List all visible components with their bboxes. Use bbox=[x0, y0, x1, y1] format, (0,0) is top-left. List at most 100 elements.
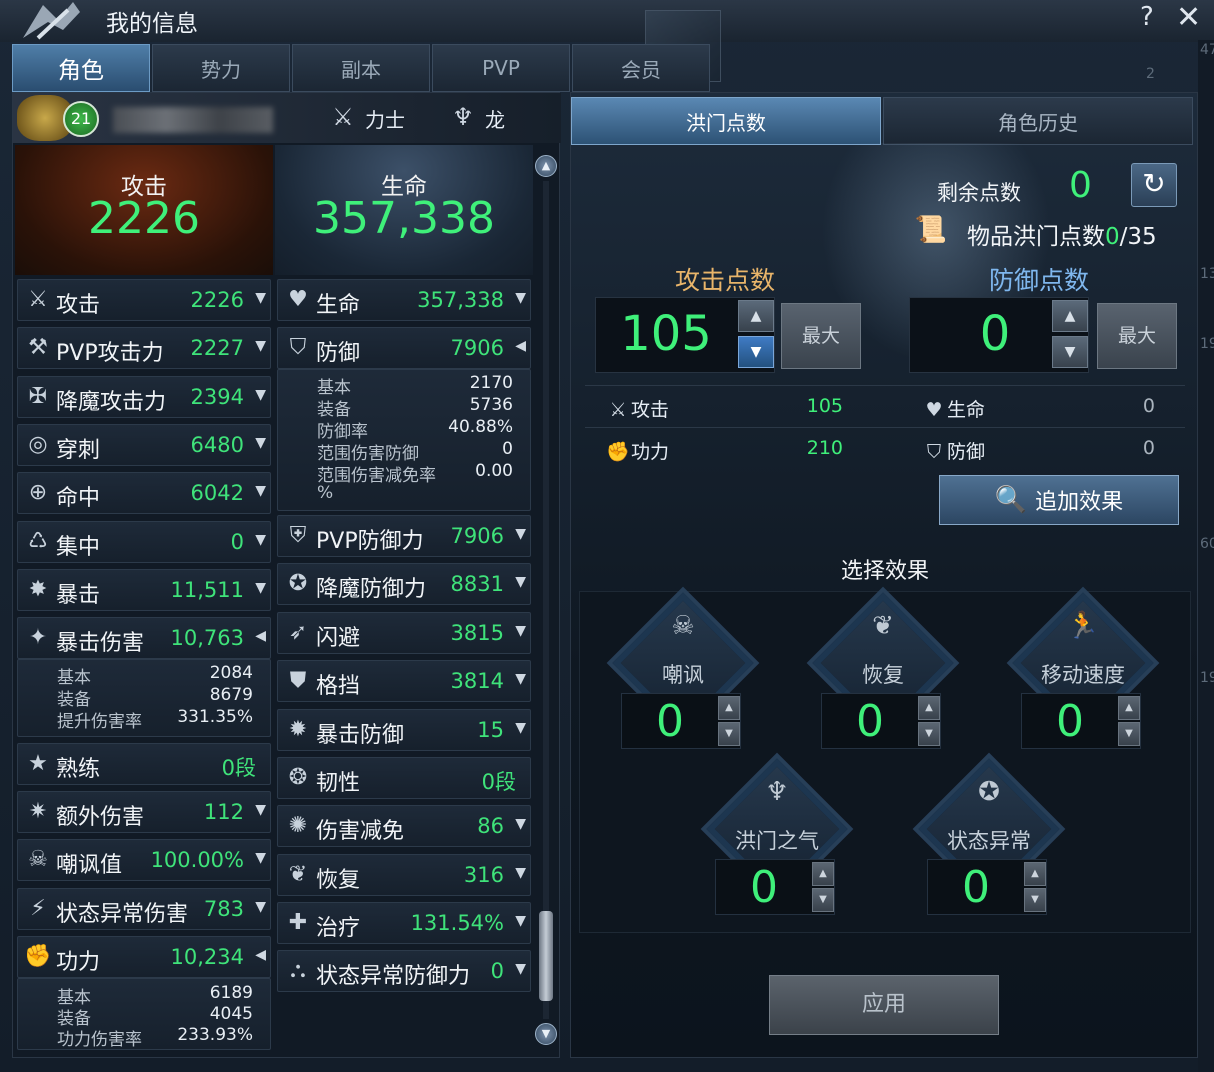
remaining-points-label: 剩余点数 bbox=[937, 181, 1021, 205]
add-effect-button[interactable]: 🔍 追加效果 bbox=[939, 475, 1179, 525]
stat-value: 6480 bbox=[190, 433, 244, 457]
effect-down-button[interactable]: ▼ bbox=[812, 888, 834, 912]
pvp-defense-stat-row[interactable]: ⛨ PVP防御力 7906 ▼ bbox=[277, 515, 531, 557]
extra-damage-stat-row[interactable]: ✷ 额外伤害 112 ▼ bbox=[17, 791, 271, 833]
shield-stat-row[interactable]: ⛉ 防御 7906 ◀ bbox=[277, 327, 531, 369]
pierce-stat-row[interactable]: ◎ 穿刺 6480 ▼ bbox=[17, 424, 271, 466]
crossed-swords-stat-row[interactable]: ⚔ 攻击 2226 ▼ bbox=[17, 279, 271, 321]
critical-damage-icon: ✦ bbox=[28, 625, 48, 650]
close-button[interactable]: ✕ bbox=[1176, 0, 1201, 35]
effect-down-button[interactable]: ▼ bbox=[1118, 722, 1140, 746]
expand-arrow-icon[interactable]: ▼ bbox=[515, 623, 526, 639]
tab-faction[interactable]: 势力 bbox=[152, 44, 290, 92]
detail-value: 5736 bbox=[469, 395, 513, 415]
attack-points-down-button[interactable]: ▼ bbox=[738, 336, 774, 368]
expand-arrow-icon[interactable]: ▼ bbox=[515, 816, 526, 832]
collapse-arrow-icon[interactable]: ◀ bbox=[255, 628, 266, 644]
power-fist-stat-row[interactable]: ✊ 功力 10,234 ◀ bbox=[17, 936, 271, 978]
apply-button[interactable]: 应用 bbox=[769, 975, 999, 1035]
block-icon: ⛊ bbox=[289, 668, 307, 693]
gain-attack-value: 105 bbox=[806, 395, 843, 417]
tab-hongmen-points[interactable]: 洪门点数 bbox=[571, 97, 881, 145]
stat-value: 0段 bbox=[221, 756, 256, 780]
search-icon: 🔍 bbox=[994, 485, 1028, 515]
tab-membership[interactable]: 会员 bbox=[572, 44, 710, 92]
mastery-stat-row[interactable]: ★ 熟练 0段 bbox=[17, 743, 271, 785]
expand-arrow-icon[interactable]: ▼ bbox=[255, 387, 266, 403]
expand-arrow-icon[interactable]: ▼ bbox=[255, 899, 266, 915]
tab-pvp[interactable]: PVP bbox=[432, 44, 570, 92]
expand-arrow-icon[interactable]: ▼ bbox=[255, 580, 266, 596]
expand-arrow-icon[interactable]: ▼ bbox=[255, 338, 266, 354]
gain-attack-label: 攻击 bbox=[631, 399, 670, 421]
sprout-stat-row[interactable]: ❦ 恢复 316 ▼ bbox=[277, 854, 531, 896]
stats-scrollbar[interactable]: ▲ ▼ bbox=[535, 155, 557, 1045]
stat-label: 生命 bbox=[316, 293, 361, 318]
effect-down-button[interactable]: ▼ bbox=[918, 722, 940, 746]
block-stat-row[interactable]: ⛊ 格挡 3814 ▼ bbox=[277, 660, 531, 702]
expand-arrow-icon[interactable]: ▼ bbox=[515, 720, 526, 736]
effect-up-button[interactable]: ▲ bbox=[812, 862, 834, 886]
effect-label: 嘲讽 bbox=[662, 663, 704, 687]
pvp-attack-stat-row[interactable]: ⚒ PVP攻击力 2227 ▼ bbox=[17, 327, 271, 369]
effect-down-button[interactable]: ▼ bbox=[1024, 888, 1046, 912]
crosshair-stat-row[interactable]: ⊕ 命中 6042 ▼ bbox=[17, 472, 271, 514]
collapse-arrow-icon[interactable]: ◀ bbox=[255, 947, 266, 963]
gain-power: ✊功力 bbox=[605, 437, 669, 464]
class-name: 力士 bbox=[365, 107, 405, 132]
critical-stat-row[interactable]: ✸ 暴击 11,511 ▼ bbox=[17, 569, 271, 611]
expand-arrow-icon[interactable]: ▼ bbox=[255, 483, 266, 499]
race-name: 龙 bbox=[485, 107, 505, 132]
critical-damage-stat-row[interactable]: ✦ 暴击伤害 10,763 ◀ bbox=[17, 617, 271, 659]
scroll-track[interactable] bbox=[543, 181, 549, 1019]
effect-up-button[interactable]: ▲ bbox=[718, 696, 740, 720]
scroll-thumb[interactable] bbox=[539, 911, 553, 1001]
debuff-defense-stat-row[interactable]: ⛬ 状态异常防御力 0 ▼ bbox=[277, 950, 531, 992]
expand-arrow-icon[interactable]: ▼ bbox=[515, 671, 526, 687]
effect-down-button[interactable]: ▼ bbox=[718, 722, 740, 746]
collapse-arrow-icon[interactable]: ◀ bbox=[515, 338, 526, 354]
demon-attack-icon: ✠ bbox=[28, 384, 48, 409]
evade-stat-row[interactable]: ➶ 闪避 3815 ▼ bbox=[277, 612, 531, 654]
choose-effect-title: 选择效果 bbox=[840, 559, 929, 584]
tab-dungeon[interactable]: 副本 bbox=[292, 44, 430, 92]
expand-arrow-icon[interactable]: ▼ bbox=[255, 802, 266, 818]
toughness-stat-row[interactable]: ❂ 韧性 0段 bbox=[277, 757, 531, 799]
defense-points-up-button[interactable]: ▲ bbox=[1052, 300, 1088, 332]
scroll-down-icon[interactable]: ▼ bbox=[535, 1023, 557, 1045]
damage-reduction-stat-row[interactable]: ✺ 伤害减免 86 ▼ bbox=[277, 805, 531, 847]
scroll-up-icon[interactable]: ▲ bbox=[535, 155, 557, 177]
skull-icon: ☠ bbox=[671, 611, 695, 641]
expand-arrow-icon[interactable]: ▼ bbox=[255, 850, 266, 866]
expand-arrow-icon[interactable]: ▼ bbox=[515, 526, 526, 542]
defense-max-button[interactable]: 最大 bbox=[1097, 303, 1177, 369]
crit-defense-stat-row[interactable]: ✹ 暴击防御 15 ▼ bbox=[277, 709, 531, 751]
heal-stat-row[interactable]: ✚ 治疗 131.54% ▼ bbox=[277, 902, 531, 944]
debuff-damage-stat-row[interactable]: ⚡ 状态异常伤害 783 ▼ bbox=[17, 888, 271, 930]
expand-arrow-icon[interactable]: ▼ bbox=[255, 435, 266, 451]
character-row: 21 ⚔ 力士 ♆ 龙 bbox=[13, 93, 561, 143]
demon-attack-stat-row[interactable]: ✠ 降魔攻击力 2394 ▼ bbox=[17, 376, 271, 418]
skull-stat-row[interactable]: ☠ 嘲讽值 100.00% ▼ bbox=[17, 839, 271, 881]
pvp-attack-icon: ⚒ bbox=[28, 335, 48, 360]
expand-arrow-icon[interactable]: ▼ bbox=[255, 532, 266, 548]
attack-max-button[interactable]: 最大 bbox=[781, 303, 861, 369]
expand-arrow-icon[interactable]: ▼ bbox=[515, 290, 526, 306]
expand-arrow-icon[interactable]: ▼ bbox=[515, 865, 526, 881]
tab-character-history[interactable]: 角色历史 bbox=[883, 97, 1193, 145]
demon-defense-stat-row[interactable]: ✪ 降魔防御力 8831 ▼ bbox=[277, 563, 531, 605]
heart-stat-row[interactable]: ♥ 生命 357,338 ▼ bbox=[277, 279, 531, 321]
expand-arrow-icon[interactable]: ▼ bbox=[515, 574, 526, 590]
reset-points-button[interactable]: ↻ bbox=[1131, 163, 1177, 207]
expand-arrow-icon[interactable]: ▼ bbox=[255, 290, 266, 306]
effect-up-button[interactable]: ▲ bbox=[1024, 862, 1046, 886]
focus-stat-row[interactable]: ♺ 集中 0 ▼ bbox=[17, 521, 271, 563]
help-button[interactable]: ? bbox=[1140, 2, 1154, 32]
defense-points-down-button[interactable]: ▼ bbox=[1052, 336, 1088, 368]
expand-arrow-icon[interactable]: ▼ bbox=[515, 913, 526, 929]
tab-character[interactable]: 角色 bbox=[12, 44, 150, 92]
effect-up-button[interactable]: ▲ bbox=[918, 696, 940, 720]
expand-arrow-icon[interactable]: ▼ bbox=[515, 961, 526, 977]
effect-up-button[interactable]: ▲ bbox=[1118, 696, 1140, 720]
attack-points-up-button[interactable]: ▲ bbox=[738, 300, 774, 332]
